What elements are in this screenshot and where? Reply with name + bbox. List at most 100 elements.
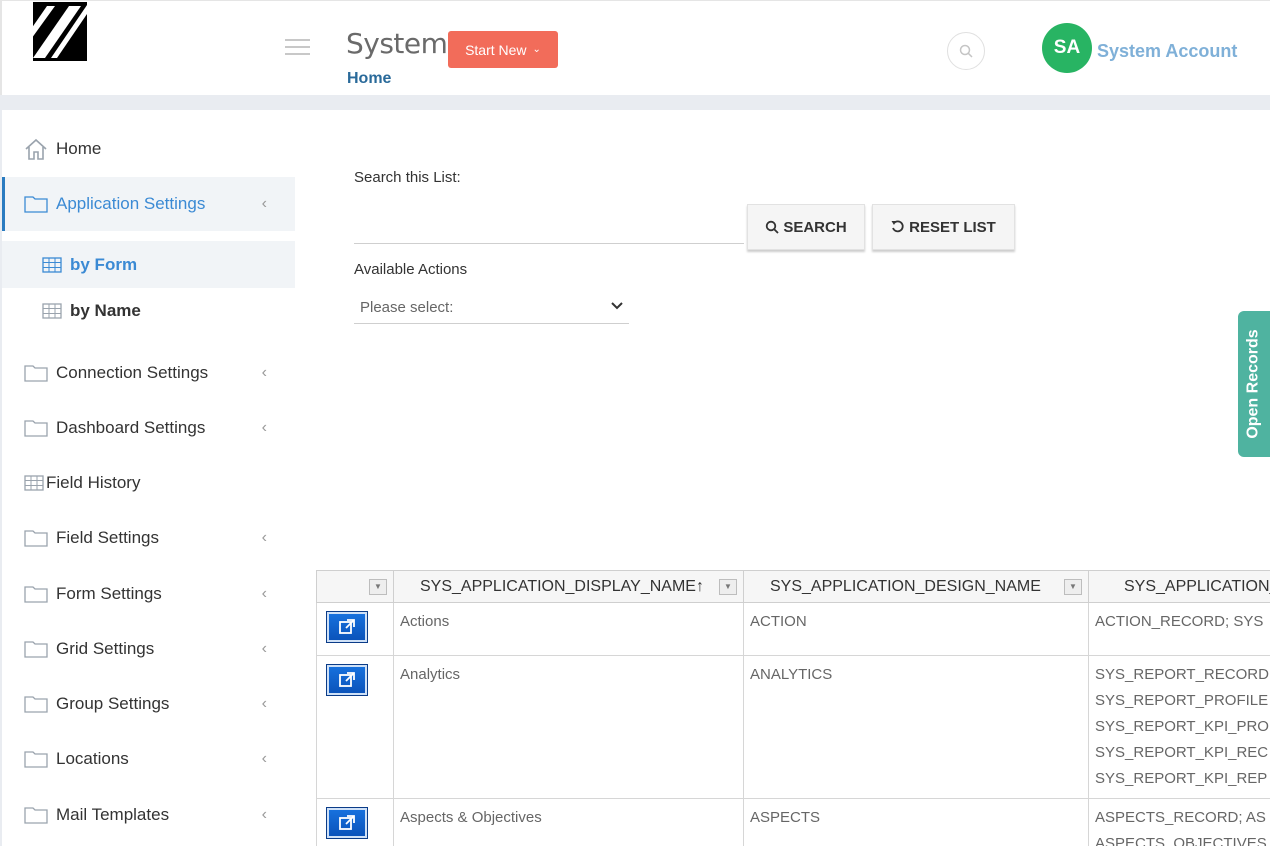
global-search-button[interactable]	[947, 32, 985, 70]
folder-icon	[24, 696, 48, 713]
reset-button-label: RESET LIST	[909, 218, 996, 236]
chevron-left-icon: ‹	[261, 195, 267, 212]
table-icon	[42, 256, 62, 273]
sidebar-item-locations[interactable]: Locations ‹	[2, 739, 295, 779]
search-icon	[959, 44, 973, 58]
open-record-button[interactable]	[326, 611, 368, 643]
search-button[interactable]: SEARCH	[747, 204, 865, 250]
sidebar-item-label: Field History	[46, 473, 141, 492]
sidebar-item-by-form[interactable]: by Form	[2, 241, 295, 288]
page-title: System	[346, 27, 448, 60]
column-filter-button[interactable]: ▼	[1064, 579, 1082, 595]
search-input[interactable]	[354, 210, 744, 244]
sidebar-item-label: Mail Templates	[56, 805, 170, 824]
sidebar-item-grid-settings[interactable]: Grid Settings ‹	[2, 629, 295, 669]
column-header-display-name[interactable]: SYS_APPLICATION_DISPLAY_NAME↑ ▼	[393, 570, 744, 603]
sidebar-item-application-settings[interactable]: Application Settings ‹	[2, 177, 295, 231]
folder-icon	[24, 586, 48, 603]
external-link-icon	[339, 672, 355, 687]
undo-icon	[891, 220, 904, 233]
folder-icon	[24, 641, 48, 658]
chevron-down-icon	[611, 302, 623, 310]
start-new-button[interactable]: Start New ⌄	[448, 31, 558, 68]
cell-design-name: ACTION	[743, 602, 1089, 656]
menu-toggle-button[interactable]	[285, 39, 310, 57]
app-logo[interactable]	[29, 2, 87, 61]
start-new-label: Start New	[465, 41, 527, 58]
sidebar-item-label: Application Settings	[56, 194, 206, 213]
search-icon	[766, 220, 779, 234]
search-button-label: SEARCH	[783, 218, 847, 236]
reset-list-button[interactable]: RESET LIST	[872, 204, 1015, 250]
open-records-tab[interactable]: Open Records	[1238, 311, 1270, 457]
sidebar-item-form-settings[interactable]: Form Settings ‹	[2, 574, 295, 614]
folder-icon	[24, 530, 48, 547]
cell-display-name: Aspects & Objectives	[393, 798, 744, 846]
available-actions-value: Please select:	[360, 299, 454, 316]
table-row: Aspects & Objectives ASPECTS ASPECTS_REC…	[316, 798, 1270, 846]
chevron-left-icon: ‹	[261, 364, 267, 381]
sidebar-item-by-name[interactable]: by Name	[2, 291, 295, 331]
chevron-left-icon: ‹	[261, 806, 267, 823]
sidebar: Home Application Settings ‹ by Form by N…	[2, 110, 295, 846]
cell-forms: SYS_REPORT_RECORD SYS_REPORT_PROFILE SYS…	[1088, 655, 1270, 799]
search-label: Search this List:	[354, 169, 461, 186]
home-icon	[25, 138, 47, 160]
external-link-icon	[339, 619, 355, 634]
sidebar-item-label: Field Settings	[56, 528, 159, 547]
sidebar-item-label: Home	[56, 139, 102, 158]
cell-design-name: ANALYTICS	[743, 655, 1089, 799]
open-record-button[interactable]	[326, 664, 368, 696]
sidebar-item-label: Connection Settings	[56, 363, 209, 382]
records-grid: ▼ SYS_APPLICATION_DISPLAY_NAME↑ ▼ SYS_AP…	[316, 570, 1270, 846]
table-icon	[24, 475, 44, 491]
chevron-left-icon: ‹	[261, 419, 267, 436]
sidebar-item-label: by Form	[70, 254, 138, 274]
column-filter-button[interactable]: ▼	[719, 579, 737, 595]
available-actions-select[interactable]: Please select:	[354, 292, 629, 324]
chevron-left-icon: ‹	[261, 585, 267, 602]
folder-icon	[24, 196, 48, 213]
sidebar-item-mail-templates[interactable]: Mail Templates ‹	[2, 795, 295, 835]
cell-design-name: ASPECTS	[743, 798, 1089, 846]
cell-display-name: Analytics	[393, 655, 744, 799]
table-row: Actions ACTION ACTION_RECORD; SYS	[316, 602, 1270, 656]
table-row: Analytics ANALYTICS SYS_REPORT_RECORD SY…	[316, 655, 1270, 799]
folder-icon	[24, 807, 48, 824]
available-actions-label: Available Actions	[354, 261, 468, 278]
folder-icon	[24, 751, 48, 768]
folder-icon	[24, 365, 48, 382]
sidebar-item-label: Form Settings	[56, 584, 162, 603]
avatar[interactable]: SA	[1042, 23, 1092, 73]
column-header-application-forms[interactable]: SYS_APPLICATION_	[1088, 570, 1270, 603]
cell-forms: ACTION_RECORD; SYS	[1088, 602, 1270, 656]
sidebar-item-connection-settings[interactable]: Connection Settings ‹	[2, 353, 295, 393]
sidebar-item-dashboard-settings[interactable]: Dashboard Settings ‹	[2, 408, 295, 448]
chevron-down-icon: ⌄	[532, 44, 541, 55]
sidebar-item-label: Grid Settings	[56, 639, 155, 658]
sidebar-item-home[interactable]: Home	[2, 130, 295, 168]
sidebar-item-label: Group Settings	[56, 694, 170, 713]
top-header: System Start New ⌄ Home SA System Accoun…	[0, 0, 1270, 95]
external-link-icon	[339, 815, 355, 830]
table-icon	[42, 303, 62, 319]
account-name[interactable]: System Account	[1097, 41, 1237, 62]
cell-forms: ASPECTS_RECORD; AS ASPECTS_OBJECTIVES	[1088, 798, 1270, 846]
sidebar-item-label: Locations	[56, 749, 129, 768]
chevron-left-icon: ‹	[261, 640, 267, 657]
cell-display-name: Actions	[393, 602, 744, 656]
sidebar-item-group-settings[interactable]: Group Settings ‹	[2, 684, 295, 724]
breadcrumb-home[interactable]: Home	[347, 70, 391, 88]
column-header-design-name[interactable]: SYS_APPLICATION_DESIGN_NAME ▼	[743, 570, 1089, 603]
open-record-button[interactable]	[326, 807, 368, 839]
column-header-actions: ▼	[316, 570, 394, 603]
sort-ascending-icon: ↑	[695, 577, 704, 595]
column-filter-button[interactable]: ▼	[369, 579, 387, 595]
sidebar-item-field-settings[interactable]: Field Settings ‹	[2, 518, 295, 558]
sidebar-item-label: by Name	[70, 301, 141, 320]
open-records-label: Open Records	[1245, 329, 1263, 439]
chevron-left-icon: ‹	[261, 750, 267, 767]
folder-icon	[24, 420, 48, 437]
sidebar-item-field-history[interactable]: Field History	[2, 463, 295, 503]
chevron-left-icon: ‹	[261, 529, 267, 546]
